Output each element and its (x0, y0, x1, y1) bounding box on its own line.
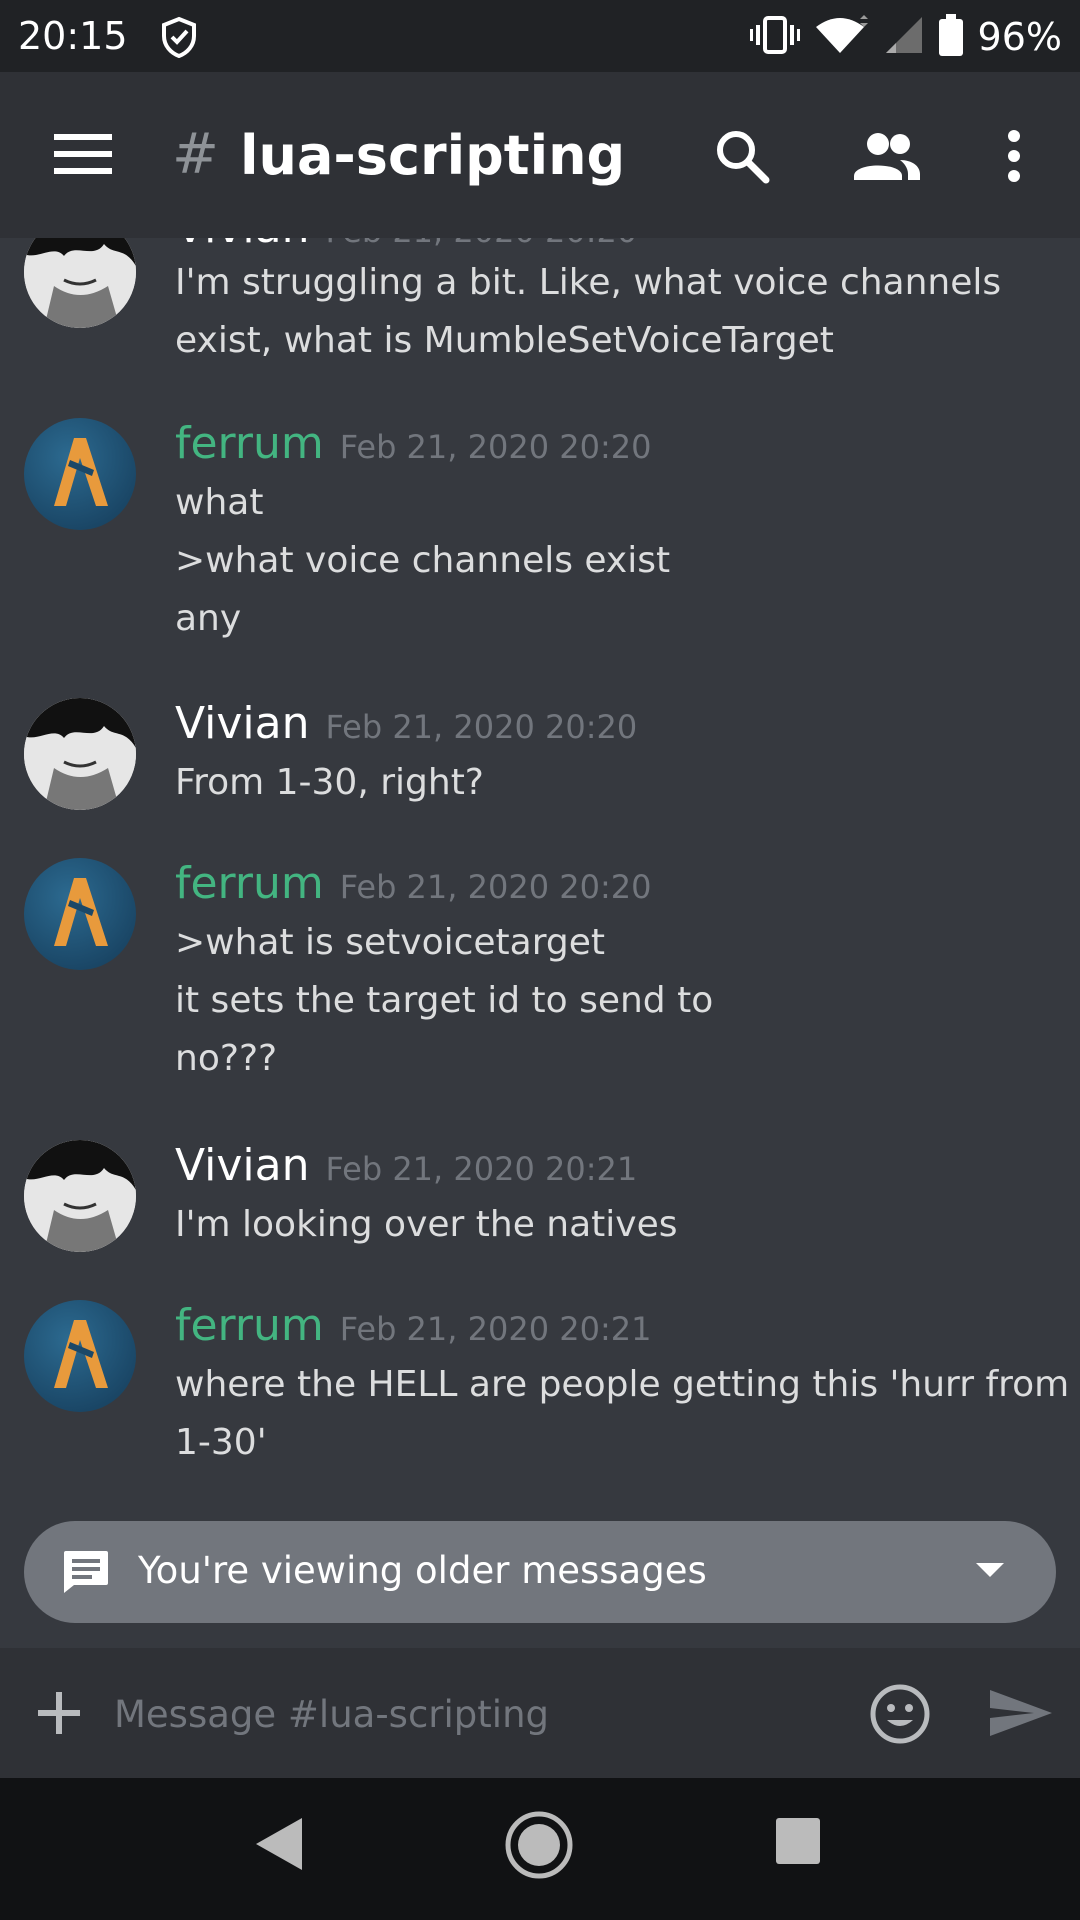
shield-icon (160, 16, 198, 62)
emoji-icon[interactable] (868, 1682, 932, 1750)
message-line: what (175, 482, 264, 523)
recents-icon[interactable] (774, 1816, 822, 1870)
chat-icon (62, 1549, 110, 1599)
channel-title: lua-scripting (240, 124, 626, 187)
avatar[interactable] (24, 698, 136, 810)
message-timestamp: Feb 21, 2020 20:20 (339, 428, 652, 466)
avatar[interactable] (24, 1300, 136, 1412)
message-line: no??? (175, 1038, 278, 1079)
message-line: it sets the target id to send to (175, 980, 714, 1021)
message-author[interactable]: ferrum (175, 858, 324, 909)
members-icon[interactable] (852, 128, 922, 188)
message-line: >what voice channels exist (175, 540, 671, 581)
message-line: where the HELL are people getting this '… (175, 1364, 1070, 1405)
older-messages-banner[interactable]: You're viewing older messages (24, 1521, 1056, 1623)
status-bar: 20:15 96% (0, 0, 1080, 72)
wifi-icon (814, 15, 870, 59)
message-timestamp: Feb 21, 2020 20:20 (325, 238, 637, 250)
message-author[interactable]: Vivian (175, 1140, 309, 1191)
message-author[interactable]: ferrum (175, 1300, 324, 1351)
message-line: 1-30' (175, 1422, 267, 1463)
avatar[interactable] (24, 858, 136, 970)
vibrate-icon (749, 15, 800, 59)
channel-toolbar: # lua-scripting (0, 72, 1080, 238)
signal-icon (884, 15, 924, 59)
message-author[interactable]: Vivian (175, 238, 309, 253)
more-icon[interactable] (1004, 128, 1024, 188)
avatar[interactable] (24, 1140, 136, 1252)
chevron-down-icon[interactable] (976, 1563, 1004, 1583)
add-attachment-icon[interactable] (36, 1690, 82, 1740)
message-line: I'm struggling a bit. Like, what voice c… (175, 262, 1002, 303)
menu-icon[interactable] (54, 134, 112, 178)
message-list[interactable]: Vivian Feb 21, 2020 20:20 I'm struggling … (0, 238, 1080, 1648)
channel-hash: # (172, 122, 219, 187)
home-icon[interactable] (504, 1810, 574, 1884)
message-timestamp: Feb 21, 2020 20:21 (325, 1150, 638, 1188)
older-messages-text: You're viewing older messages (138, 1549, 707, 1592)
message-input[interactable] (112, 1678, 836, 1750)
message-line: any (175, 598, 242, 639)
message-composer (0, 1648, 1080, 1778)
message-line: >what is setvoicetarget (175, 922, 605, 963)
battery-percentage: 96% (977, 15, 1062, 59)
message-author[interactable]: ferrum (175, 418, 324, 469)
avatar[interactable] (24, 238, 136, 328)
battery-icon (938, 14, 964, 60)
message-line: exist, what is MumbleSetVoiceTarget (175, 320, 834, 361)
send-icon[interactable] (988, 1688, 1054, 1742)
avatar[interactable] (24, 418, 136, 530)
message-line: I'm looking over the natives (175, 1204, 678, 1245)
message-line: From 1-30, right? (175, 762, 484, 803)
search-icon[interactable] (714, 128, 770, 188)
message-timestamp: Feb 21, 2020 20:20 (325, 708, 638, 746)
message-timestamp: Feb 21, 2020 20:20 (339, 868, 652, 906)
message-author[interactable]: Vivian (175, 698, 309, 749)
back-icon[interactable] (254, 1816, 304, 1876)
system-nav-bar (0, 1778, 1080, 1920)
status-time: 20:15 (18, 14, 128, 58)
message-timestamp: Feb 21, 2020 20:21 (339, 1310, 652, 1348)
